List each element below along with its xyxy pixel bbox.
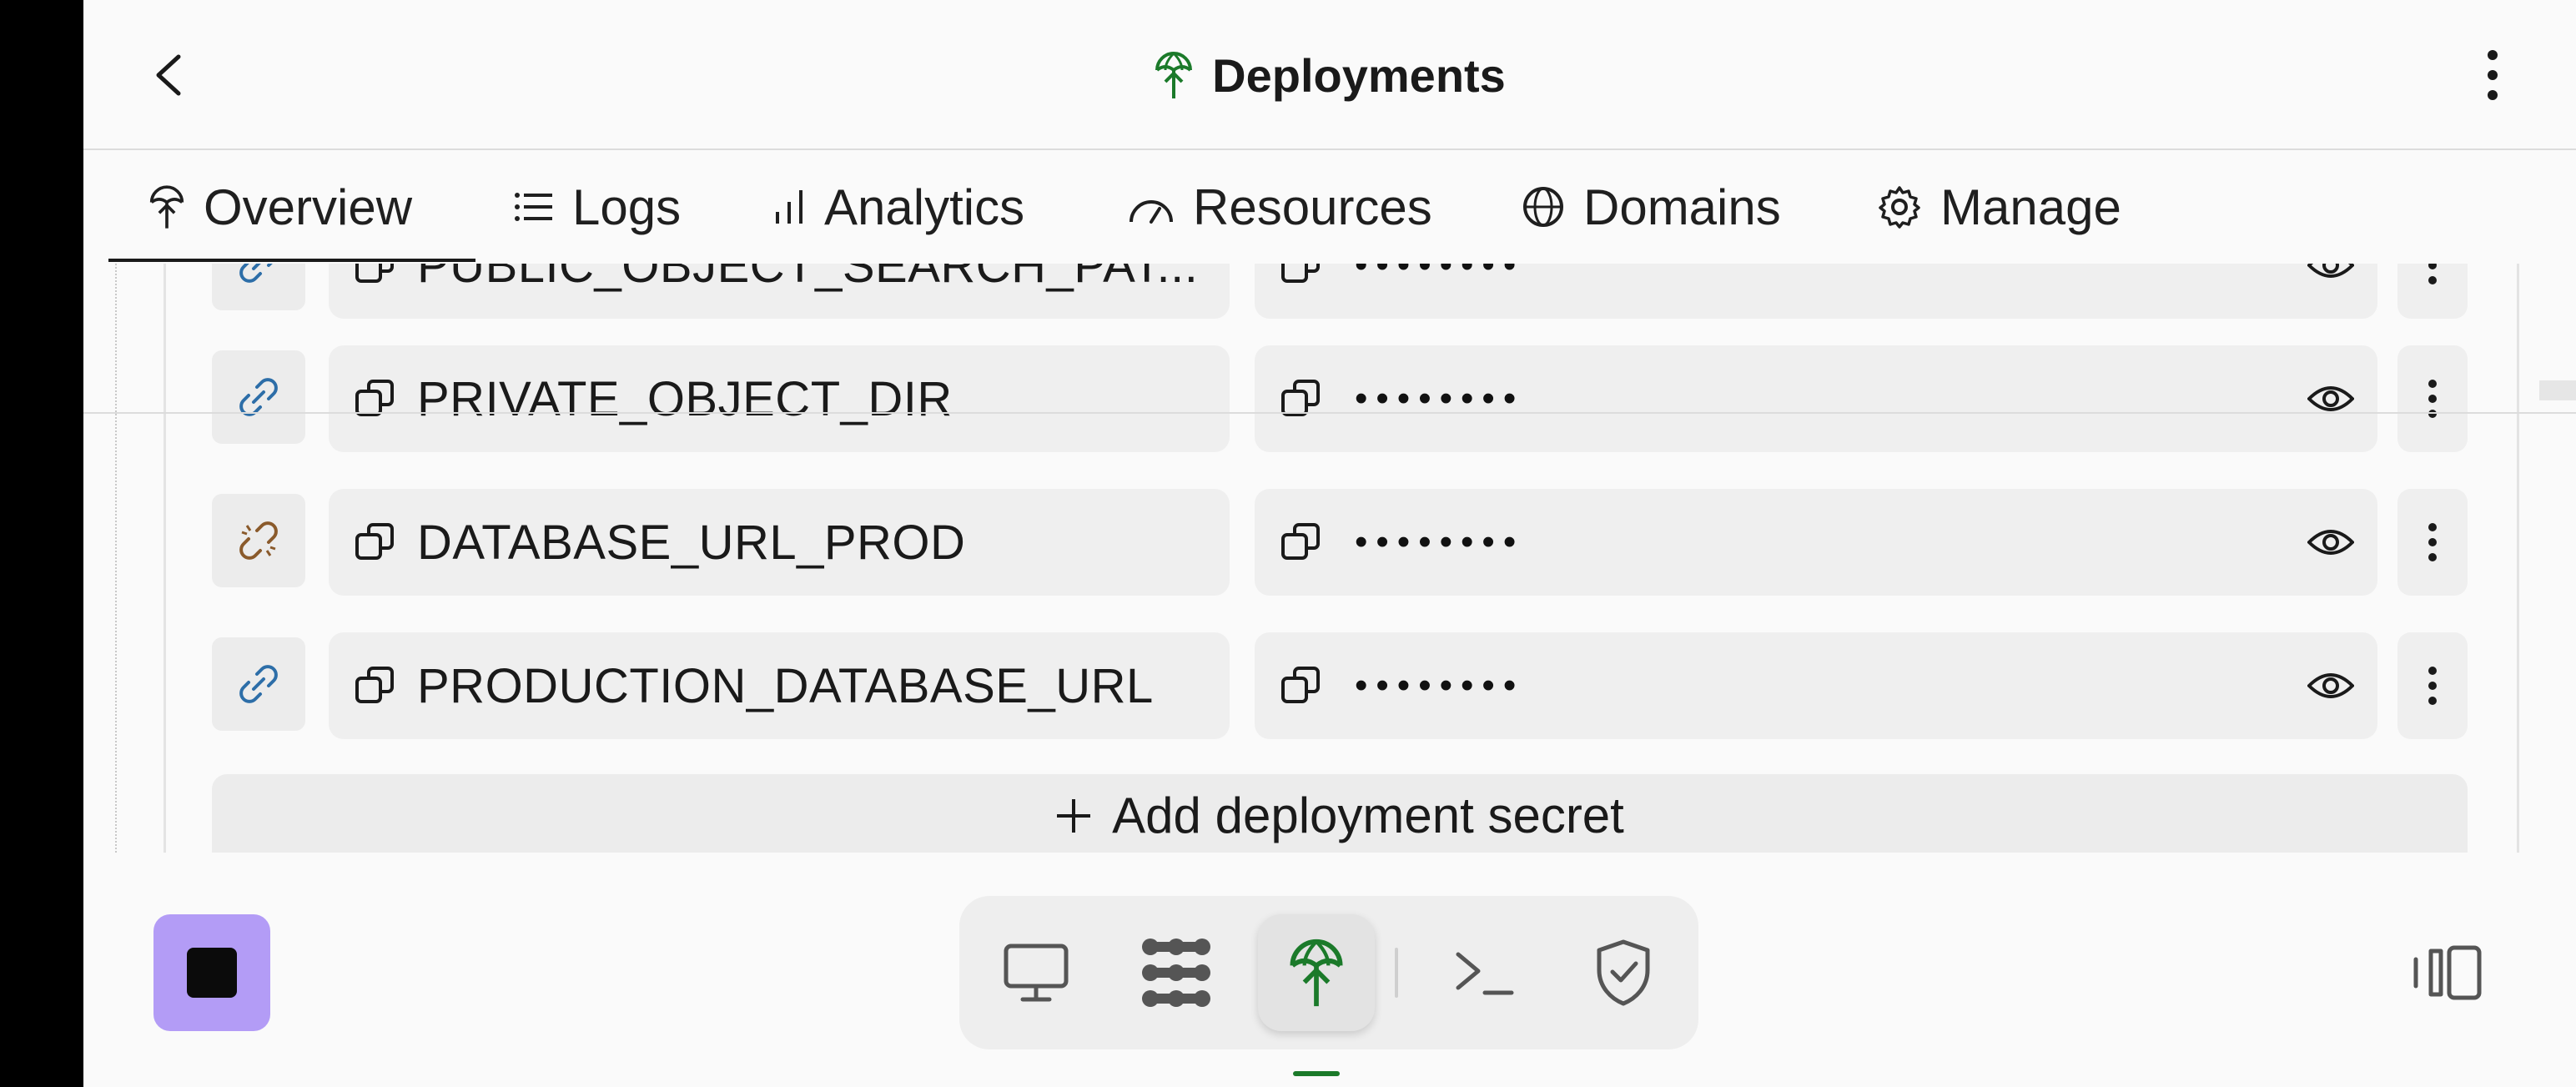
tab-label: Logs bbox=[572, 179, 682, 235]
panel-toggle-button[interactable] bbox=[2411, 939, 2486, 1006]
secret-key-text: PUBLIC_OBJECT_SEARCH_PAT... bbox=[417, 264, 1199, 293]
tab-label: Resources bbox=[1193, 179, 1432, 235]
stop-button[interactable] bbox=[153, 914, 270, 1031]
link-toggle-button[interactable] bbox=[212, 637, 305, 731]
copy-icon bbox=[1281, 264, 1320, 283]
tab-label: Analytics bbox=[824, 179, 1025, 235]
link-toggle-button[interactable] bbox=[212, 264, 305, 310]
tab-label: Manage bbox=[1940, 179, 2121, 235]
secret-value-masked: •••••••• bbox=[1355, 264, 1525, 285]
secret-key-text: PRODUCTION_DATABASE_URL bbox=[417, 658, 1154, 713]
eye-icon bbox=[2307, 673, 2354, 698]
deploy-umbrella-icon bbox=[1155, 52, 1193, 98]
dock bbox=[959, 896, 1698, 1049]
eye-icon bbox=[2307, 264, 2354, 278]
active-tab-indicator bbox=[108, 259, 475, 262]
unlink-icon bbox=[239, 521, 278, 560]
dock-item-apps[interactable] bbox=[1118, 914, 1235, 1031]
tab-overview[interactable]: Overview bbox=[148, 150, 412, 264]
secrets-content: PUBLIC_OBJECT_SEARCH_PAT... •••••••• PRI… bbox=[83, 264, 2576, 853]
reveal-button[interactable] bbox=[2306, 517, 2356, 567]
row-more-button[interactable] bbox=[2397, 632, 2468, 739]
plus-icon bbox=[1057, 799, 1091, 833]
gear-icon bbox=[1879, 186, 1920, 229]
page-title-group: Deployments bbox=[83, 33, 2576, 117]
kebab-icon bbox=[2488, 50, 2498, 100]
terminal-icon bbox=[1456, 952, 1514, 995]
scrollbar-thumb[interactable] bbox=[2539, 380, 2576, 400]
stop-icon bbox=[187, 948, 237, 998]
reveal-button[interactable] bbox=[2306, 661, 2356, 711]
globe-icon bbox=[1523, 187, 1563, 227]
kebab-icon bbox=[2428, 667, 2437, 705]
link-toggle-button[interactable] bbox=[212, 494, 305, 587]
reveal-button[interactable] bbox=[2306, 264, 2356, 290]
row-more-button[interactable] bbox=[2397, 345, 2468, 452]
secret-key-field[interactable]: PUBLIC_OBJECT_SEARCH_PAT... bbox=[329, 264, 1230, 319]
tab-resources[interactable]: Resources bbox=[1128, 150, 1432, 264]
secret-row: DATABASE_URL_PROD •••••••• bbox=[212, 489, 2498, 596]
tree-guide-line bbox=[115, 264, 117, 853]
secret-value-field[interactable]: •••••••• bbox=[1255, 632, 2377, 739]
secret-value-masked: •••••••• bbox=[1355, 521, 1525, 562]
secret-key-text: DATABASE_URL_PROD bbox=[417, 515, 966, 570]
deploy-umbrella-icon bbox=[149, 185, 184, 229]
secret-value-field[interactable]: •••••••• bbox=[1255, 489, 2377, 596]
link-icon bbox=[239, 665, 278, 703]
secret-key-field[interactable]: DATABASE_URL_PROD bbox=[329, 489, 1230, 596]
tab-manage[interactable]: Manage bbox=[1877, 150, 2121, 264]
secret-value-field[interactable]: •••••••• bbox=[1255, 345, 2377, 452]
tab-logs[interactable]: Logs bbox=[514, 150, 681, 264]
tab-bar: Overview Logs Analytics Resources Domain… bbox=[83, 150, 2576, 414]
dock-item-security[interactable] bbox=[1565, 914, 1682, 1031]
bottom-bar bbox=[83, 853, 2576, 1087]
tab-domains[interactable]: Domains bbox=[1522, 150, 1781, 264]
copy-icon bbox=[1281, 523, 1320, 560]
row-more-button[interactable] bbox=[2397, 264, 2468, 319]
tab-label: Overview bbox=[204, 179, 413, 235]
tab-label: Domains bbox=[1583, 179, 1781, 235]
secret-value-masked: •••••••• bbox=[1355, 665, 1525, 706]
add-secret-label: Add deployment secret bbox=[1112, 788, 1624, 843]
kebab-icon bbox=[2428, 264, 2437, 284]
reveal-button[interactable] bbox=[2306, 374, 2356, 424]
top-header: Deployments bbox=[83, 0, 2576, 150]
copy-icon bbox=[1281, 667, 1320, 703]
gauge-icon bbox=[1130, 200, 1173, 224]
eye-icon bbox=[2307, 530, 2354, 555]
bar-chart-icon bbox=[776, 190, 802, 224]
secret-key-text: PRIVATE_OBJECT_DIR bbox=[417, 371, 953, 426]
dock-item-preview[interactable] bbox=[978, 914, 1094, 1031]
page-title: Deployments bbox=[1212, 48, 1506, 102]
link-icon bbox=[239, 264, 273, 283]
secret-key-field[interactable]: PRIVATE_OBJECT_DIR bbox=[329, 345, 1230, 452]
deploy-umbrella-icon bbox=[1290, 939, 1343, 1007]
secret-row: PUBLIC_OBJECT_SEARCH_PAT... •••••••• bbox=[212, 264, 2498, 319]
list-icon bbox=[515, 193, 552, 221]
secret-row: PRODUCTION_DATABASE_URL •••••••• bbox=[212, 632, 2498, 739]
app-window: Deployments Overview Logs Analytics Reso… bbox=[83, 0, 2576, 1087]
copy-icon bbox=[355, 264, 394, 283]
secret-value-field[interactable]: •••••••• bbox=[1255, 264, 2377, 319]
copy-icon bbox=[355, 667, 394, 703]
tabs-divider bbox=[83, 412, 2576, 414]
dock-item-deployments[interactable] bbox=[1258, 914, 1375, 1031]
side-panel-icon bbox=[2413, 945, 2482, 1000]
active-dock-indicator bbox=[1293, 1071, 1340, 1076]
tab-analytics[interactable]: Analytics bbox=[772, 150, 1024, 264]
link-toggle-button[interactable] bbox=[212, 350, 305, 444]
copy-icon bbox=[355, 523, 394, 560]
secret-key-field[interactable]: PRODUCTION_DATABASE_URL bbox=[329, 632, 1230, 739]
more-options-button[interactable] bbox=[2476, 42, 2509, 108]
apps-icon bbox=[1142, 939, 1210, 1007]
eye-icon bbox=[2307, 386, 2354, 411]
dock-separator bbox=[1395, 948, 1398, 998]
secret-row: PRIVATE_OBJECT_DIR •••••••• bbox=[212, 345, 2498, 452]
dock-item-shell[interactable] bbox=[1426, 914, 1543, 1031]
kebab-icon bbox=[2428, 523, 2437, 561]
add-deployment-secret-button[interactable]: Add deployment secret bbox=[212, 774, 2468, 853]
monitor-icon bbox=[1004, 944, 1069, 1002]
row-more-button[interactable] bbox=[2397, 489, 2468, 596]
shield-check-icon bbox=[1597, 939, 1650, 1006]
